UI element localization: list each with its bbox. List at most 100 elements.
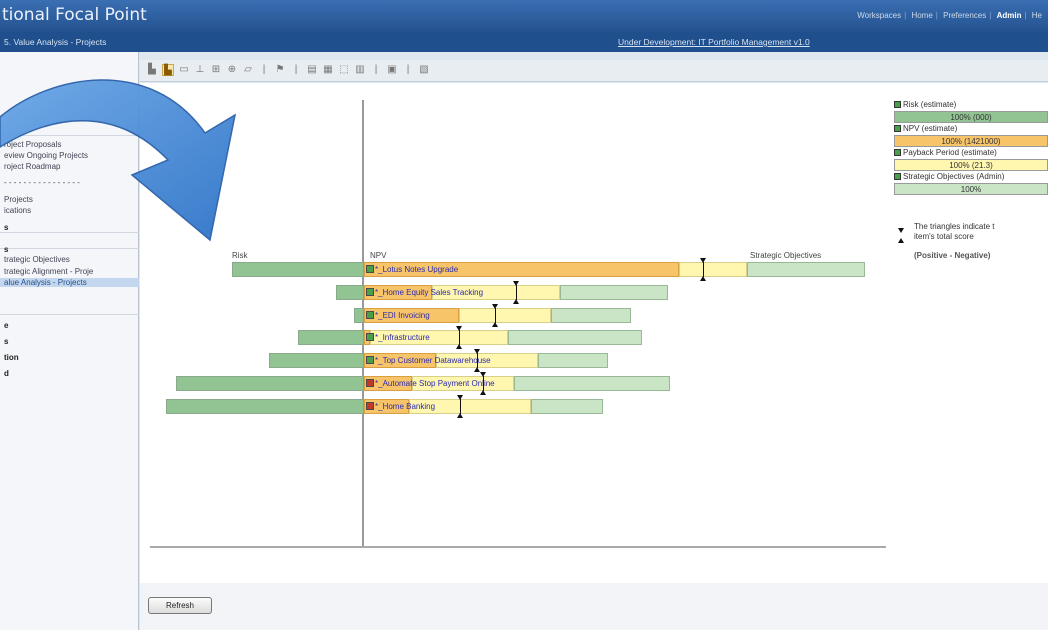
project-name-text[interactable]: Home Equity Sales Tracking [383, 288, 484, 297]
risk-bar [176, 376, 364, 391]
project-name-text[interactable]: Lotus Notes Upgrade [383, 265, 459, 274]
sidebar-item[interactable]: trategic Objectives [4, 255, 70, 264]
risk-bar [354, 308, 364, 323]
strategic-bar [551, 308, 631, 323]
status-flag-icon [366, 265, 374, 273]
sidebar-item[interactable]: alue Analysis - Projects [0, 278, 139, 287]
sidebar-item[interactable]: s [4, 337, 8, 346]
strategic-bar [508, 330, 642, 345]
save-icon[interactable]: ⬚ [338, 64, 350, 76]
strategic-bar [531, 399, 603, 414]
project-name-text[interactable]: EDI Invoicing [383, 311, 430, 320]
checkbox-icon[interactable] [894, 149, 901, 156]
project-name[interactable]: *_Top Customer Datawarehouse [364, 354, 491, 367]
project-name-text[interactable]: Infrastructure [383, 333, 430, 342]
chart-baseline [150, 546, 886, 548]
project-name-text[interactable]: Home Banking [383, 402, 435, 411]
sidebar-item[interactable]: trategic Alignment - Proje [4, 267, 93, 276]
payback-bar [459, 308, 551, 323]
legend-series-label[interactable]: Strategic Objectives (Admin) [894, 172, 1004, 181]
nav-admin[interactable]: Admin [997, 11, 1022, 20]
project-name[interactable]: *_Automate Stop Payment Online [364, 377, 495, 390]
score-line [460, 399, 461, 414]
help-icon[interactable]: ▧ [418, 64, 430, 76]
legend-label-text: Payback Period (estimate) [903, 148, 997, 157]
separator-icon: | [294, 64, 298, 75]
separator-icon: | [374, 64, 378, 75]
breadcrumb: 5. Value Analysis - Projects [4, 37, 107, 47]
project-prefix: *_ [375, 311, 383, 320]
project-name[interactable]: *_EDI Invoicing [364, 309, 430, 322]
project-prefix: *_ [375, 402, 383, 411]
status-flag-icon [366, 379, 374, 387]
view-icon[interactable]: ▥ [354, 64, 366, 76]
table-icon[interactable]: ▤ [306, 64, 318, 76]
project-name-text[interactable]: Top Customer Datawarehouse [383, 356, 491, 365]
sidebar-item[interactable]: tion [4, 353, 19, 362]
sidebar-item[interactable]: d [4, 369, 9, 378]
legend-note-line2: item's total score [914, 232, 974, 241]
legend-series-label[interactable]: Risk (estimate) [894, 100, 956, 109]
checkbox-icon[interactable] [894, 173, 901, 180]
checkbox-icon[interactable] [894, 125, 901, 132]
options-icon[interactable]: ▣ [386, 64, 398, 76]
chart-toolbar: ▙ ▙ ▭ ⊥ ⊞ ⊕ ▱ | ⚑ | ▤ ▦ ⬚ ▥ | ▣ | ▧ [140, 60, 1048, 82]
score-line [703, 262, 704, 277]
strategic-bar [514, 376, 670, 391]
project-name[interactable]: *_Home Banking [364, 400, 435, 413]
project-name[interactable]: *_Lotus Notes Upgrade [364, 263, 458, 276]
app-title: tional Focal Point [2, 5, 147, 25]
nav-help[interactable]: He [1032, 11, 1042, 20]
risk-bar [232, 262, 364, 277]
project-name-text[interactable]: Automate Stop Payment Online [383, 379, 495, 388]
project-name[interactable]: *_Infrastructure [364, 331, 430, 344]
status-flag-icon [366, 402, 374, 410]
project-prefix: *_ [375, 356, 383, 365]
refresh-button[interactable]: Refresh [148, 597, 212, 614]
risk-bar [298, 330, 364, 345]
nav-home[interactable]: Home [911, 11, 932, 20]
sidebar-item[interactable]: e [4, 321, 8, 330]
flag-icon[interactable]: ⚑ [274, 64, 286, 76]
legend-label-text: Strategic Objectives (Admin) [903, 172, 1005, 181]
breadcrumb-bar: 5. Value Analysis - Projects Under Devel… [0, 32, 1048, 52]
column-label-npv: NPV [370, 251, 387, 260]
score-line [495, 308, 496, 323]
status-flag-icon [366, 333, 374, 341]
legend-note-line3: (Positive - Negative) [914, 251, 991, 260]
legend-label-text: NPV (estimate) [903, 124, 958, 133]
legend-note-line1: The triangles indicate t [914, 222, 995, 231]
separator-icon: | [406, 64, 410, 75]
score-line [516, 285, 517, 300]
project-prefix: *_ [375, 379, 383, 388]
risk-bar [336, 285, 364, 300]
score-line [483, 376, 484, 391]
print-icon[interactable]: ▦ [322, 64, 334, 76]
risk-bar [166, 399, 364, 414]
payback-bar [679, 262, 747, 277]
status-flag-icon [366, 288, 374, 296]
legend-series-label[interactable]: NPV (estimate) [894, 124, 957, 133]
sidebar-divider [0, 314, 139, 315]
zero-axis-line [362, 100, 364, 548]
project-prefix: *_ [375, 333, 383, 342]
project-name[interactable]: *_Home Equity Sales Tracking [364, 286, 483, 299]
risk-bar [269, 353, 364, 368]
workspace-context-link[interactable]: Under Development: IT Portfolio Manageme… [618, 37, 810, 47]
nav-workspaces[interactable]: Workspaces [857, 11, 901, 20]
status-flag-icon [366, 311, 374, 319]
score-line [477, 353, 478, 368]
legend-series-label[interactable]: Payback Period (estimate) [894, 148, 997, 157]
legend-series-bar: 100% (1421000) [894, 135, 1048, 147]
score-line [459, 330, 460, 345]
checkbox-icon[interactable] [894, 101, 901, 108]
column-label-strategic: Strategic Objectives [750, 251, 822, 260]
legend-series-bar: 100% [894, 183, 1048, 195]
status-flag-icon [366, 356, 374, 364]
top-nav: Workspaces | Home | Preferences | Admin | He [857, 11, 1042, 20]
nav-preferences[interactable]: Preferences [943, 11, 986, 20]
legend-series-bar: 100% (000) [894, 111, 1048, 123]
strategic-bar [560, 285, 668, 300]
strategic-bar [538, 353, 608, 368]
legend-label-text: Risk (estimate) [903, 100, 957, 109]
